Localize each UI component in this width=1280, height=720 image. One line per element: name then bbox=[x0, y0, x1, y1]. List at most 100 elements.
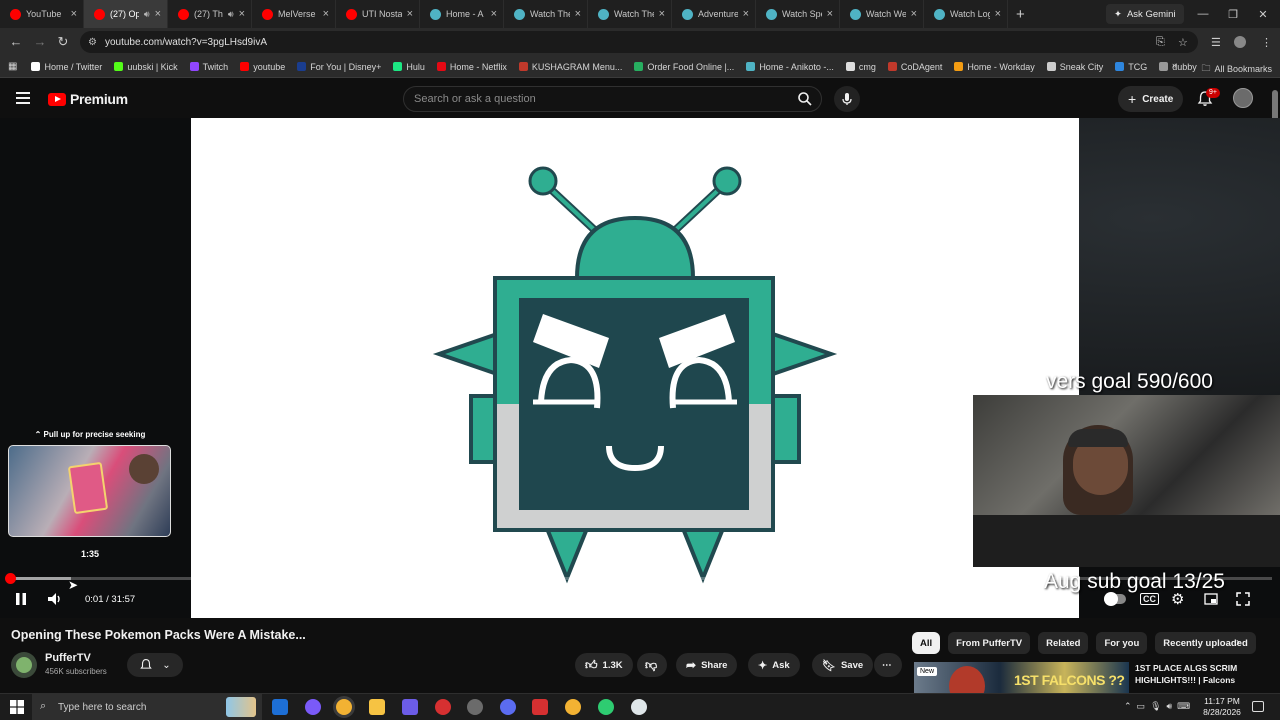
microphone-tray-icon[interactable]: 🎙︎ bbox=[1150, 701, 1161, 712]
file-explorer-icon[interactable] bbox=[369, 699, 385, 715]
app-icon-2[interactable] bbox=[500, 699, 516, 715]
youtube-logo[interactable]: Premium bbox=[48, 91, 128, 107]
browser-tab[interactable]: Watch The × bbox=[588, 0, 672, 28]
bookmark-item[interactable]: Home / Twitter bbox=[31, 62, 102, 72]
video-player[interactable]: vers goal 590/600 Aug sub goal 13/25 ⌃ P… bbox=[0, 118, 1280, 618]
ask-gemini-button[interactable]: ✦ Ask Gemini bbox=[1106, 4, 1184, 24]
steam-icon[interactable] bbox=[467, 699, 483, 715]
clock-app-icon[interactable] bbox=[631, 699, 647, 715]
bookmark-item[interactable]: CoDAgent bbox=[887, 62, 942, 72]
account-avatar[interactable] bbox=[1233, 88, 1253, 108]
video-frame[interactable] bbox=[191, 118, 1079, 618]
browser-tab[interactable]: Home - A × bbox=[420, 0, 504, 28]
browser-tab[interactable]: Watch Spe × bbox=[756, 0, 840, 28]
browser-tab[interactable]: Adventure × bbox=[672, 0, 756, 28]
tab-search-icon[interactable]: ☰ bbox=[1211, 36, 1221, 49]
ask-button[interactable]: ✦ Ask bbox=[748, 653, 800, 677]
pause-button[interactable] bbox=[14, 590, 28, 608]
browser-tab[interactable]: Watch The × bbox=[504, 0, 588, 28]
bookmark-star-icon[interactable]: ☆ bbox=[1178, 36, 1188, 49]
bookmark-item[interactable]: Order Food Online |... bbox=[634, 62, 734, 72]
network-icon[interactable]: ▭ bbox=[1137, 701, 1146, 712]
forward-button[interactable]: → bbox=[28, 34, 52, 49]
tab-close-icon[interactable]: × bbox=[995, 8, 1001, 20]
recommended-video-thumbnail[interactable]: 1ST FALCONS ?? bbox=[914, 662, 1129, 694]
apps-grid-icon[interactable]: ▦ bbox=[8, 61, 17, 72]
bookmark-item[interactable]: cmg bbox=[845, 62, 876, 72]
tab-audio-icon[interactable]: 🔊︎ bbox=[228, 9, 234, 20]
new-tab-button[interactable]: + bbox=[1008, 6, 1033, 23]
filter-chip[interactable]: Recently uploaded bbox=[1155, 632, 1256, 654]
windows-start-icon[interactable] bbox=[10, 700, 24, 714]
media-player-icon[interactable] bbox=[435, 699, 451, 715]
search-icon[interactable] bbox=[797, 91, 813, 107]
keyboard-icon[interactable]: ⌨ bbox=[1177, 701, 1190, 712]
like-button[interactable]: 👍︎ 1.3K bbox=[575, 653, 633, 677]
browser-tab[interactable]: (27) Th 🔊︎ × bbox=[168, 0, 252, 28]
chrome-icon-3[interactable] bbox=[598, 699, 614, 715]
more-actions-button[interactable]: ⋯ bbox=[874, 653, 902, 677]
filter-chip[interactable]: Related bbox=[1038, 632, 1089, 654]
browser-tab[interactable]: MelVerse × bbox=[252, 0, 336, 28]
bookmark-item[interactable]: uubski | Kick bbox=[114, 62, 178, 72]
tab-close-icon[interactable]: × bbox=[323, 8, 329, 20]
tab-close-icon[interactable]: × bbox=[239, 8, 245, 20]
bookmark-item[interactable]: Hulu bbox=[393, 62, 425, 72]
reload-button[interactable]: ↻ bbox=[51, 34, 75, 50]
scrubber-handle[interactable] bbox=[5, 573, 16, 584]
tab-close-icon[interactable]: × bbox=[743, 8, 749, 20]
back-button[interactable]: ← bbox=[4, 34, 28, 49]
bookmark-item[interactable]: Twitch bbox=[189, 62, 228, 72]
site-info-icon[interactable]: ⚙ bbox=[88, 37, 97, 48]
tab-close-icon[interactable]: × bbox=[575, 8, 581, 20]
all-bookmarks-button[interactable]: 🗀 All Bookmarks bbox=[1201, 61, 1272, 77]
settings-gear-icon[interactable]: ⚙ bbox=[1171, 590, 1184, 608]
minimize-window-button[interactable]: — bbox=[1188, 0, 1218, 28]
tab-close-icon[interactable]: × bbox=[491, 8, 497, 20]
seek-bar[interactable] bbox=[5, 573, 1272, 584]
bookmark-item[interactable]: Home - Netflix bbox=[436, 62, 507, 72]
captions-icon[interactable]: CC bbox=[1140, 593, 1159, 605]
pdf-reader-icon[interactable] bbox=[532, 699, 548, 715]
recommended-video-title[interactable]: 1ST PLACE ALGS SCRIM HIGHLIGHTS!!! | Fal… bbox=[1135, 662, 1265, 686]
bookmark-item[interactable]: Home - Anikoto -... bbox=[746, 62, 834, 72]
dislike-button[interactable]: 👎︎ bbox=[637, 653, 667, 677]
share-button[interactable]: ➦ Share bbox=[676, 653, 738, 677]
chevron-right-icon[interactable]: › bbox=[1236, 635, 1240, 649]
restore-window-button[interactable]: ❐ bbox=[1218, 0, 1248, 28]
browser-tab[interactable]: Watch Log × bbox=[924, 0, 1008, 28]
chrome-icon-2[interactable] bbox=[565, 699, 581, 715]
tab-audio-icon[interactable]: 🔊︎ bbox=[144, 9, 150, 20]
bookmark-item[interactable]: dubby bbox=[1159, 62, 1197, 72]
bookmark-item[interactable]: Sneak City bbox=[1046, 62, 1103, 72]
filter-chip[interactable]: From PufferTV bbox=[948, 632, 1031, 654]
bookmark-item[interactable]: TCG bbox=[1115, 62, 1147, 72]
browser-tab[interactable]: UTI Nostal × bbox=[336, 0, 420, 28]
volume-tray-icon[interactable]: 🔊︎ bbox=[1167, 701, 1173, 712]
taskbar-clock[interactable]: 11:17 PM 8/28/2026 bbox=[1200, 696, 1244, 718]
menu-hamburger-icon[interactable] bbox=[16, 92, 30, 104]
tab-close-icon[interactable]: × bbox=[155, 8, 161, 20]
tab-close-icon[interactable]: × bbox=[659, 8, 665, 20]
task-view-icon[interactable] bbox=[272, 699, 288, 715]
volume-button[interactable] bbox=[47, 590, 63, 608]
voice-search-button[interactable] bbox=[834, 86, 860, 112]
bookmarks-overflow-icon[interactable]: » bbox=[1172, 60, 1177, 70]
filter-chip[interactable]: All bbox=[912, 632, 941, 654]
tab-close-icon[interactable]: × bbox=[71, 8, 77, 20]
close-window-button[interactable]: ✕ bbox=[1248, 0, 1278, 28]
install-app-icon[interactable]: ⎘ bbox=[1156, 36, 1165, 49]
create-button[interactable]: + Create bbox=[1118, 86, 1184, 112]
search-input[interactable]: Search or ask a question bbox=[403, 86, 822, 112]
tray-overflow-icon[interactable]: ⌃ bbox=[1124, 701, 1132, 712]
filter-chip[interactable]: For you bbox=[1096, 632, 1148, 654]
url-field[interactable]: ⚙ youtube.com/watch?v=3pgLHsd9ivA bbox=[80, 31, 1198, 53]
bookmark-item[interactable]: KUSHAGRAM Menu... bbox=[518, 62, 622, 72]
browser-menu-icon[interactable]: ⋮ bbox=[1261, 36, 1272, 49]
browser-tab[interactable]: YouTube × bbox=[0, 0, 84, 28]
tab-close-icon[interactable]: × bbox=[911, 8, 917, 20]
bookmark-item[interactable]: Home - Workday bbox=[954, 62, 1035, 72]
profile-avatar-icon[interactable] bbox=[1234, 36, 1246, 48]
tab-close-icon[interactable]: × bbox=[827, 8, 833, 20]
autoplay-toggle[interactable] bbox=[1104, 590, 1126, 608]
